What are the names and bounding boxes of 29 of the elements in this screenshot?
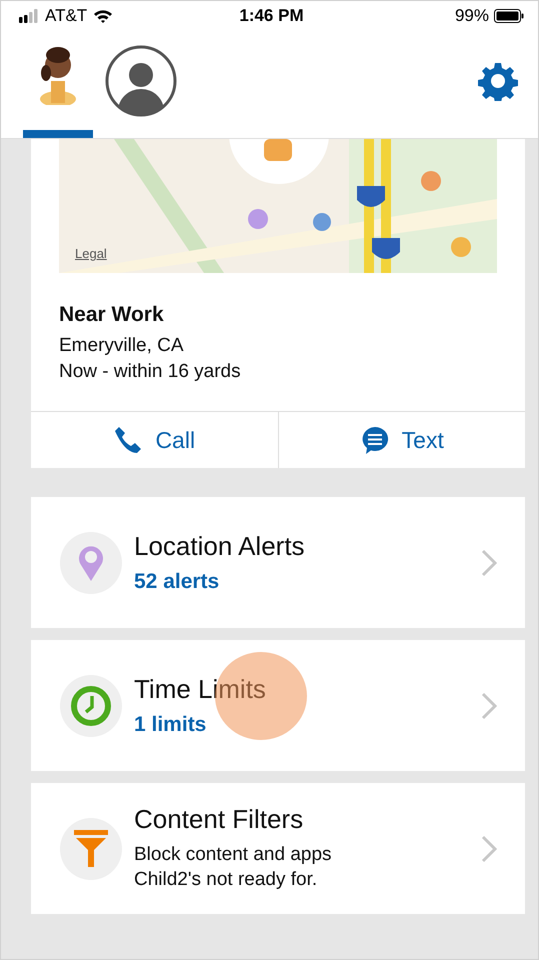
feature-count: 1 limits — [134, 713, 208, 737]
place-city: Emeryville, CA — [59, 335, 185, 357]
map-pin-icon — [78, 544, 104, 582]
place-name: Near Work — [59, 303, 165, 327]
phone-icon — [113, 425, 144, 455]
wifi-icon — [93, 9, 114, 23]
feature-description: Block content and apps Child2's not ready for. — [134, 843, 333, 892]
location-accuracy: Now - within 16 yards — [59, 361, 242, 383]
chevron-icon — [481, 834, 497, 862]
feature-row[interactable]: Location Alerts 52 alerts — [31, 497, 525, 628]
feature-title: Time Limits — [134, 674, 267, 705]
chat-bubble-icon — [360, 425, 390, 455]
chevron-icon — [481, 692, 497, 720]
legal-link[interactable]: Legal — [75, 246, 107, 261]
feature-title: Content Filters — [134, 804, 304, 836]
user-avatar-icon — [105, 45, 177, 117]
battery-icon — [494, 9, 524, 23]
battery-percent: 99% — [454, 6, 489, 26]
feature-row[interactable]: Time Limits 1 limits — [31, 640, 525, 771]
signal-icon — [19, 9, 39, 23]
clock-icon — [70, 684, 112, 726]
feature-row[interactable]: Content Filters Block content and apps Child2's not ready for. — [31, 783, 525, 914]
chevron-icon — [481, 548, 497, 576]
clock-time: 1:46 PM — [239, 6, 304, 25]
feature-count: 52 alerts — [134, 570, 220, 594]
carrier-name: AT&T — [45, 6, 88, 26]
feature-title: Location Alerts — [134, 531, 306, 562]
settings-icon[interactable] — [478, 61, 518, 101]
funnel-icon — [74, 830, 108, 868]
